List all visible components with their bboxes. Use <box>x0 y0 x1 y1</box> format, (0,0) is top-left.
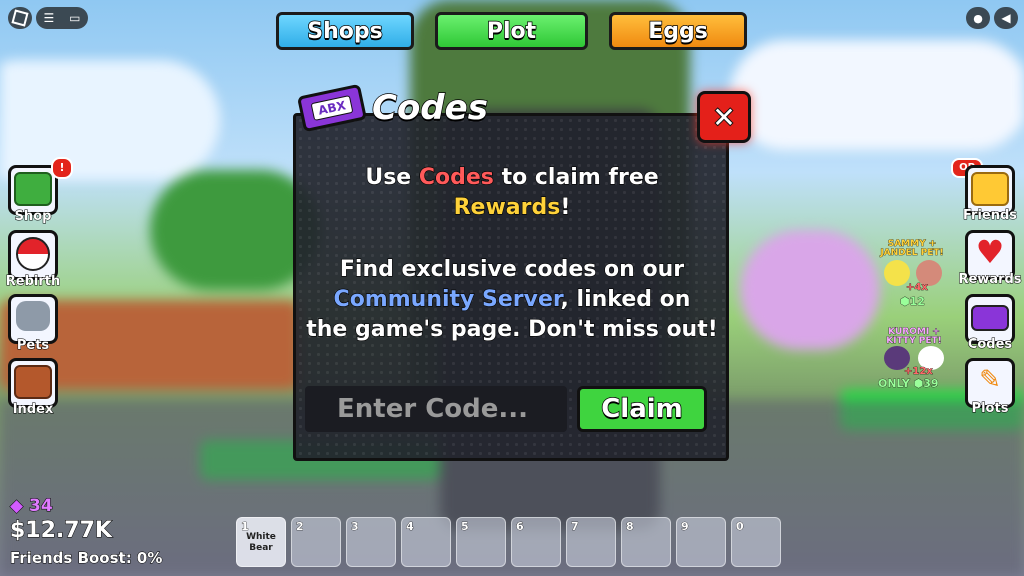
hotbar-slot[interactable]: 1 White Bear <box>236 517 286 567</box>
slot-number: 9 <box>681 520 689 534</box>
instruction-text-2: Find exclusive codes on our Community Se… <box>300 255 724 345</box>
slot-number: 8 <box>626 520 634 534</box>
slot-number: 4 <box>406 520 414 534</box>
hotbar-slot[interactable]: 8 <box>621 517 671 567</box>
shop-label: Shop <box>14 209 52 225</box>
promo-pet-2[interactable]: KUROMI + KITTY PET! +12x ONLY ⬢39 <box>874 327 954 392</box>
index-button[interactable] <box>8 358 58 408</box>
slot-number: 2 <box>296 520 304 534</box>
person-icon: ● <box>973 11 983 25</box>
book-icon <box>14 365 52 399</box>
codes-label: Codes <box>967 337 1013 353</box>
slot-item-name: White Bear <box>246 532 276 553</box>
instruction-exclaim: ! <box>560 194 571 220</box>
cash-stack-icon <box>14 172 52 206</box>
community-server-link: Community Server <box>333 286 561 312</box>
slot-number: 0 <box>736 520 744 534</box>
promo-pet-1-title: SAMMY + JANDEL PET! <box>880 239 944 258</box>
rewards-label: Rewards <box>958 272 1022 288</box>
instruction-page: the game's page. Don't miss out! <box>306 316 719 342</box>
slot-number: 7 <box>571 520 579 534</box>
hamburger-icon: ☰ <box>43 11 55 25</box>
cash-counter: $12.77K <box>10 518 113 544</box>
friends-icon <box>971 172 1009 206</box>
gems-value: 34 <box>29 496 54 517</box>
promo-pet-2-title: KUROMI + KITTY PET! <box>886 327 942 346</box>
promo-pet-2-multiplier: +12x <box>904 366 933 378</box>
friends-boost-text: Friends Boost: 0% <box>9 549 163 568</box>
rewards-highlight: Rewards <box>453 194 561 220</box>
abx-ticket-icon <box>971 305 1009 331</box>
code-input[interactable] <box>305 386 567 432</box>
rebirth-button[interactable] <box>8 230 58 280</box>
sound-button[interactable]: ◀ <box>994 7 1018 29</box>
instruction-text-1: Use Codes to claim free Rewards! <box>300 163 724 223</box>
promo-pet-1-price: ⬢12 <box>900 295 926 309</box>
instruction-claim: to claim free <box>493 164 659 190</box>
plots-label: Plots <box>971 401 1009 417</box>
avatar-button[interactable]: ● <box>966 7 990 29</box>
instruction-find: Find exclusive codes on our <box>339 256 685 282</box>
index-label: Index <box>12 402 54 418</box>
pets-button[interactable] <box>8 294 58 344</box>
tab-plot[interactable]: Plot <box>435 12 588 50</box>
speaker-icon: ◀ <box>1001 11 1011 25</box>
raccoon-icon <box>16 301 50 331</box>
promo-pet-2-price: ONLY ⬢39 <box>878 377 939 391</box>
gems-counter: ◆ 34 <box>9 496 54 517</box>
robux-icon: ⬢ <box>913 377 924 391</box>
hotbar-slot[interactable]: 6 <box>511 517 561 567</box>
slot-number: 6 <box>516 520 524 534</box>
heart-icon: ♥ <box>975 233 1005 271</box>
friends-label: Friends <box>962 208 1018 224</box>
promo-pet-2-price-value: 39 <box>923 377 939 391</box>
chat-icon: ▭ <box>69 11 81 25</box>
pencil-icon: ✎ <box>979 365 1001 395</box>
instruction-use: Use <box>365 164 419 190</box>
hotbar-slot[interactable]: 0 <box>731 517 781 567</box>
promo-pet-2-price-prefix: ONLY <box>878 377 910 391</box>
pokeball-icon <box>16 237 50 271</box>
hotbar-slot[interactable]: 9 <box>676 517 726 567</box>
slot-number: 3 <box>351 520 359 534</box>
gem-icon: ◆ <box>9 496 24 517</box>
roblox-menu-button[interactable] <box>8 7 32 29</box>
hotbar-slot[interactable]: 3 <box>346 517 396 567</box>
close-button[interactable]: ✕ <box>697 91 751 143</box>
claim-button[interactable]: Claim <box>577 386 707 432</box>
slot-number: 5 <box>461 520 469 534</box>
menu-chat-button[interactable]: ☰ ▭ <box>36 7 88 29</box>
tab-eggs[interactable]: Eggs <box>609 12 747 50</box>
tab-shops[interactable]: Shops <box>276 12 414 50</box>
dialog-title: Codes <box>371 87 488 129</box>
hotbar-slot[interactable]: 2 <box>291 517 341 567</box>
promo-pet-1[interactable]: SAMMY + JANDEL PET! +4x ⬢12 <box>876 238 948 308</box>
close-icon: ✕ <box>711 100 737 135</box>
rebirth-label: Rebirth <box>5 274 61 290</box>
robux-icon: ⬢ <box>900 295 910 309</box>
roblox-logo-icon <box>11 9 29 27</box>
hotbar-slot[interactable]: 4 <box>401 517 451 567</box>
instruction-linked: , linked on <box>560 286 691 312</box>
hotbar-slot[interactable]: 7 <box>566 517 616 567</box>
promo-pet-1-price-value: 12 <box>909 295 925 309</box>
promo-pet-1-multiplier: +4x <box>906 282 928 294</box>
pets-label: Pets <box>16 338 50 354</box>
shop-alert-badge: ! <box>51 157 73 179</box>
hotbar-slot[interactable]: 5 <box>456 517 506 567</box>
codes-highlight: Codes <box>418 164 494 190</box>
